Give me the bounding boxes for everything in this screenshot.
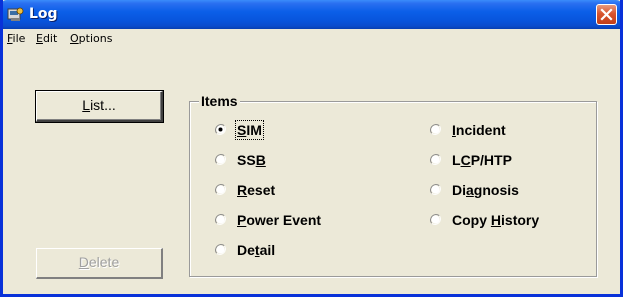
radio-label-post: eset <box>247 182 276 198</box>
radio-label-accel: a <box>466 182 474 198</box>
delete-button-post: elete <box>88 254 120 270</box>
radio-label-accel: R <box>237 182 248 198</box>
menu-bar: File Edit Options <box>3 29 620 49</box>
list-button-post: ist... <box>90 97 116 113</box>
radio-label-pre: L <box>452 152 461 168</box>
radio-label: Diagnosis <box>452 182 519 198</box>
radio-circle-icon <box>215 124 226 135</box>
close-button[interactable] <box>596 4 617 25</box>
radio-label-pre: Di <box>452 182 466 198</box>
radio-label-post: P/HTP <box>470 152 512 168</box>
radio-label: Power Event <box>237 212 321 228</box>
radio-label-accel: H <box>490 212 502 228</box>
log-app-icon <box>7 7 24 21</box>
radio-circle-icon <box>215 154 226 165</box>
radio-label: SSB <box>237 152 266 168</box>
radio-label-pre: Copy <box>452 212 491 228</box>
items-group-label: Items <box>199 93 240 109</box>
menu-options[interactable]: Options <box>70 32 112 45</box>
radio-label: Reset <box>237 182 275 198</box>
menu-file-post: ile <box>12 32 26 45</box>
radio-circle-icon <box>215 244 226 255</box>
radio-circle-icon <box>430 124 441 135</box>
title-bar[interactable]: Log <box>3 0 620 29</box>
radio-circle-icon <box>430 154 441 165</box>
list-button[interactable]: List... <box>36 91 163 122</box>
radio-label: Incident <box>452 122 506 138</box>
radio-label: SIM <box>235 120 264 140</box>
menu-edit-post: dit <box>42 32 58 45</box>
list-button-accel: L <box>82 97 91 113</box>
radio-label-post: istory <box>501 212 540 228</box>
menu-options-post: ptions <box>78 32 113 45</box>
menu-edit[interactable]: Edit <box>36 32 57 45</box>
radio-label-accel: C <box>460 152 471 168</box>
menu-file[interactable]: File <box>7 32 25 45</box>
menu-options-accel: O <box>70 32 79 45</box>
radio-circle-icon <box>430 184 441 195</box>
delete-button-accel: D <box>78 254 89 270</box>
radio-label-post: gnosis <box>473 182 519 198</box>
radio-circle-icon <box>215 214 226 225</box>
close-icon <box>600 8 613 21</box>
radio-label: Detail <box>237 242 275 258</box>
log-window: Log File Edit Options List... Delete Ite… <box>0 0 623 297</box>
radio-label-post: ail <box>259 242 276 258</box>
radio-circle-icon <box>215 184 226 195</box>
radio-label-accel: P <box>237 212 247 228</box>
radio-label-pre: SS <box>237 152 256 168</box>
radio-label-accel: B <box>255 152 266 168</box>
radio-label-accel: S <box>237 122 247 138</box>
radio-label-post: ower Event <box>246 212 322 228</box>
radio-label-post: ncident <box>455 122 506 138</box>
radio-circle-icon <box>430 214 441 225</box>
radio-label: Copy History <box>452 212 539 228</box>
window-title: Log <box>29 6 58 22</box>
radio-label-pre: De <box>237 242 255 258</box>
menu-edit-accel: E <box>36 32 43 45</box>
radio-label-post: IM <box>246 122 262 138</box>
delete-button[interactable]: Delete <box>36 248 163 279</box>
radio-label: LCP/HTP <box>452 152 512 168</box>
